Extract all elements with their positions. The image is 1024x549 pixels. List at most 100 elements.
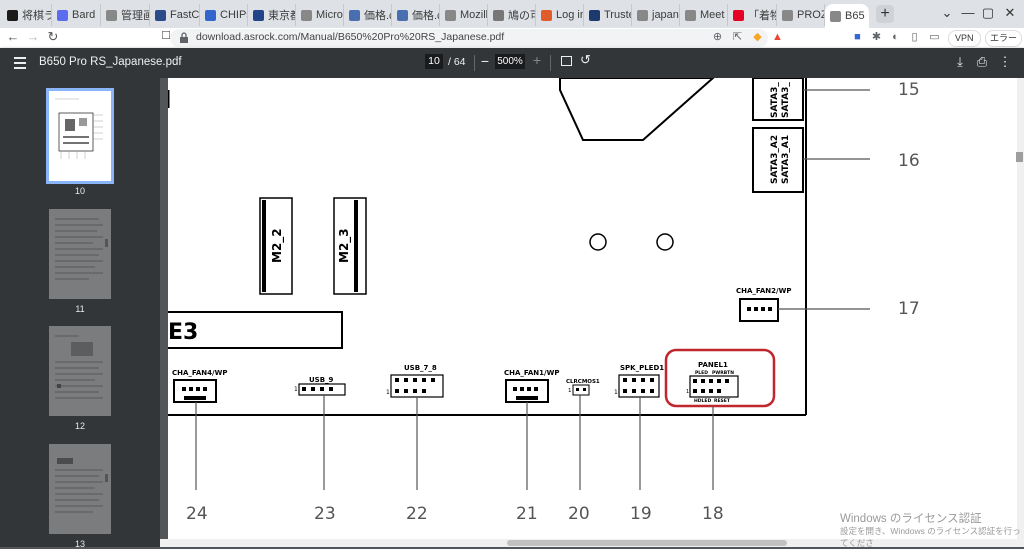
globe-icon xyxy=(445,10,456,21)
zoom-out-button[interactable]: − xyxy=(478,53,492,69)
tab-label: 管理画 xyxy=(121,7,150,23)
callout-16: 16 xyxy=(898,151,920,171)
pdf-toolbar: B650 Pro RS_Japanese.pdf 10 / 64 − 500% … xyxy=(0,48,1024,78)
address-bar[interactable]: download.asrock.com/Manual/B650%20Pro%20… xyxy=(170,29,768,47)
wallet-icon[interactable]: ▭ xyxy=(928,31,941,44)
clrcmos-label: CLRCMOS1 xyxy=(566,379,600,385)
browser-tab[interactable]: Mozill xyxy=(440,4,488,26)
thumbnail-number: 12 xyxy=(49,421,111,431)
vertical-scroll-thumb[interactable] xyxy=(1016,152,1023,162)
sata-top-label: SATA3_ xyxy=(770,82,780,118)
cha-fan2-header xyxy=(740,299,778,321)
activation-watermark-title: Windows のライセンス認証 xyxy=(840,510,982,526)
motherboard-diagram: SATA3_ SATA3_ 15 SATA3_A2 SATA3_A1 16 M2… xyxy=(168,78,1017,539)
horizontal-scroll-thumb[interactable] xyxy=(507,540,787,546)
fit-page-icon[interactable] xyxy=(561,56,572,66)
tab-label: 「着物 xyxy=(748,7,777,23)
callout-18: 18 xyxy=(702,504,724,524)
thumbnail-number: 13 xyxy=(49,539,111,547)
globe-icon xyxy=(782,10,793,21)
pin-1-label: 1 xyxy=(614,389,618,396)
browser-tab[interactable]: 東京都 xyxy=(248,4,296,26)
pdf-page: SATA3_ SATA3_ 15 SATA3_A2 SATA3_A1 16 M2… xyxy=(168,78,1017,539)
tab-label: Bard xyxy=(72,9,95,21)
download-icon[interactable]: ⤓ xyxy=(952,54,968,70)
extension-icon[interactable]: ✱ xyxy=(870,31,883,44)
tab-label: Truste xyxy=(604,9,632,21)
reload-icon[interactable]: ↻ xyxy=(45,29,61,45)
usb-7-8-label: USB_7_8 xyxy=(404,364,437,372)
more-options-icon[interactable]: ⋮ xyxy=(997,54,1013,70)
brave-rewards-icon[interactable]: ▲ xyxy=(771,31,784,44)
bard-icon xyxy=(57,10,68,21)
browser-tab[interactable]: FastCo xyxy=(150,4,200,26)
browser-tab[interactable]: PROZ xyxy=(777,4,825,26)
pdf-viewport[interactable]: SATA3_ SATA3_ 15 SATA3_A2 SATA3_A1 16 M2… xyxy=(160,78,1017,539)
page-thumbnail-10[interactable] xyxy=(49,91,111,181)
browser-tab[interactable]: 「着物 xyxy=(728,4,777,26)
pin-1-label: 1 xyxy=(686,389,689,395)
new-tab-button[interactable]: + xyxy=(876,5,894,23)
print-icon[interactable]: ⎙ xyxy=(974,54,990,70)
zoom-input[interactable]: 500% xyxy=(495,54,525,69)
browser-tab[interactable]: 価格.c xyxy=(344,4,392,26)
url-text: download.asrock.com/Manual/B650%20Pro%20… xyxy=(196,31,504,43)
chipset-outline xyxy=(560,78,713,140)
browser-tab[interactable]: 価格.c xyxy=(392,4,440,26)
browser-tab[interactable]: Bard xyxy=(52,4,101,26)
browser-tab[interactable]: Log in xyxy=(536,4,584,26)
page-thumbnail-11[interactable] xyxy=(49,209,111,299)
callout-23: 23 xyxy=(314,504,336,524)
browser-tab[interactable]: japane xyxy=(632,4,680,26)
error-button[interactable]: エラー xyxy=(985,30,1022,47)
browser-tab[interactable]: CHIPs xyxy=(200,4,248,26)
page-number-input[interactable]: 10 xyxy=(425,54,443,69)
tab-label: FastCo xyxy=(170,9,200,21)
page-thumbnail-12[interactable] xyxy=(49,326,111,416)
sata-top-label: SATA3_ xyxy=(781,82,791,118)
browser-tab[interactable]: B65✕ xyxy=(825,4,869,28)
browser-tab[interactable]: 管理画 xyxy=(101,4,150,26)
browser-tab[interactable]: Meet xyxy=(680,4,728,26)
cha-fan2-label: CHA_FAN2/WP xyxy=(736,287,791,295)
cha-fan1-label: CHA_FAN1/WP xyxy=(504,369,559,377)
browser-tab[interactable]: 将棋ラ xyxy=(2,4,52,26)
close-window-button[interactable]: ✕ xyxy=(995,0,1024,28)
forward-icon[interactable]: → xyxy=(25,29,41,44)
callout-20: 20 xyxy=(568,504,590,524)
vertical-scrollbar[interactable] xyxy=(1017,78,1024,547)
tab-label: 東京都 xyxy=(268,7,296,23)
vpn-button[interactable]: VPN xyxy=(948,30,981,47)
sidebar-icon[interactable]: ▯ xyxy=(908,31,921,44)
pin-1-label: 1 xyxy=(294,386,298,393)
chat-icon[interactable]: ◐ xyxy=(889,31,902,44)
browser-tab[interactable]: 鳩の可 xyxy=(488,4,536,26)
doc-icon xyxy=(493,10,504,21)
brave-shield-icon[interactable]: ◆ xyxy=(751,31,764,44)
tab-label: Mozill xyxy=(460,9,488,21)
zoom-in-button[interactable]: + xyxy=(530,52,544,68)
usb-9-label: USB_9 xyxy=(309,376,334,384)
page-thumbnail-13[interactable] xyxy=(49,444,111,534)
menu-icon[interactable] xyxy=(14,57,26,72)
back-icon[interactable]: ← xyxy=(5,29,21,44)
panel1-header xyxy=(690,376,738,397)
share-icon[interactable]: ⇱ xyxy=(731,31,744,44)
zoom-icon[interactable]: ⊕ xyxy=(711,31,724,44)
tab-strip: 将棋ラBard管理画FastCoCHIPs東京都Micro価格.c価格.cMoz… xyxy=(0,0,1024,28)
browser-tab[interactable]: Micro xyxy=(296,4,344,26)
callout-22: 22 xyxy=(406,504,428,524)
thumbnail-image xyxy=(49,444,111,534)
browser-tab[interactable]: Truste xyxy=(584,4,632,26)
site-icon xyxy=(253,10,264,21)
mounting-hole xyxy=(657,234,673,250)
pcie-label: E3 xyxy=(168,320,198,345)
extension-icon[interactable]: ■ xyxy=(851,31,864,44)
pin-1-label: 1 xyxy=(386,389,390,396)
m2-3-label: M2_3 xyxy=(337,228,352,263)
document-title: B650 Pro RS_Japanese.pdf xyxy=(39,56,182,68)
lock-icon xyxy=(179,32,189,43)
rotate-icon[interactable]: ↺ xyxy=(580,52,591,68)
clrcmos-header xyxy=(573,385,589,395)
mounting-hole xyxy=(590,234,606,250)
